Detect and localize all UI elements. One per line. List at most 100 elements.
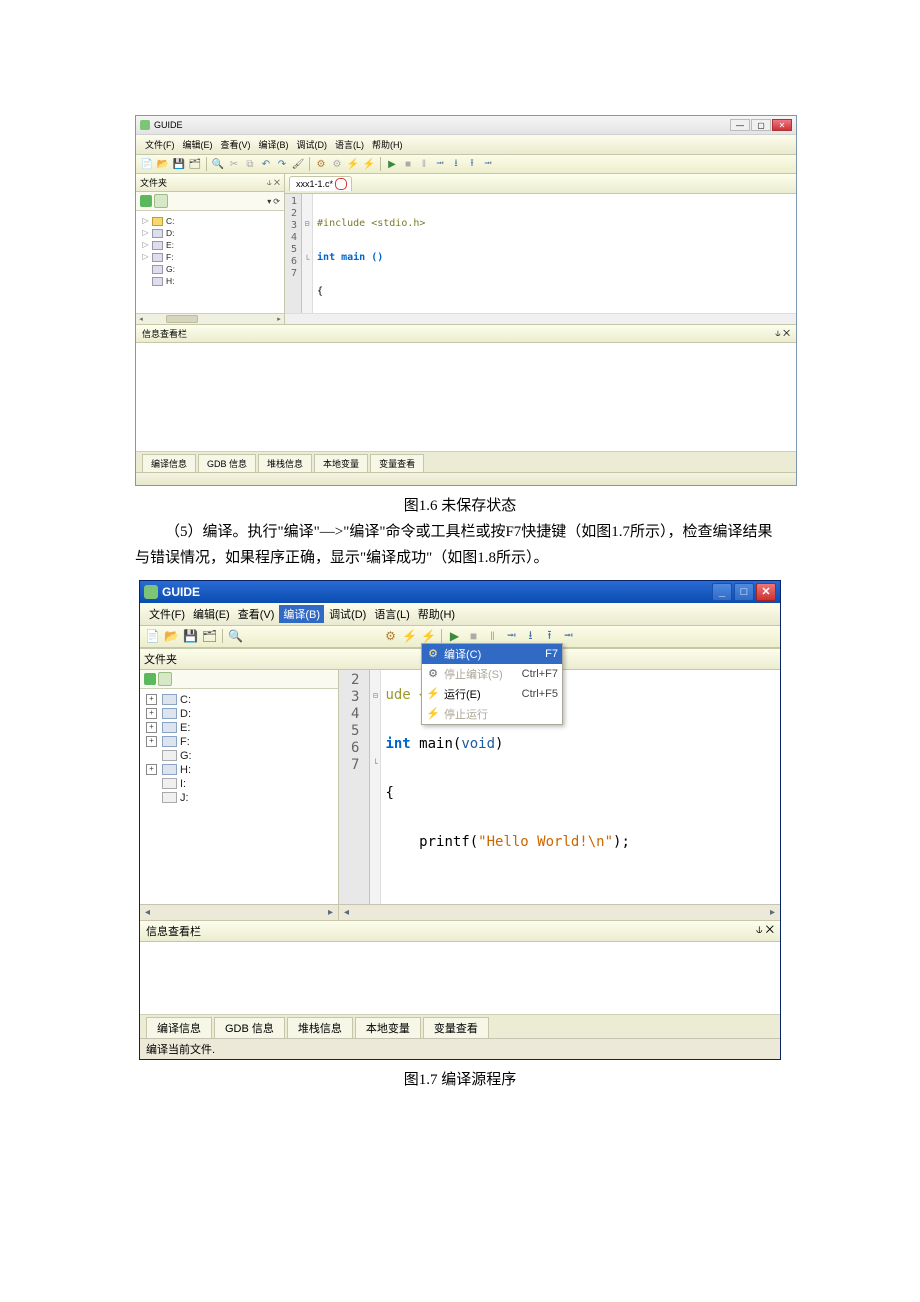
info-pin-close[interactable]: ⫝ ✕ (775, 328, 790, 339)
info-panel-title: 信息查看栏 (146, 923, 201, 939)
editor-scrollbar[interactable] (285, 313, 796, 324)
menu-edit[interactable]: 编辑(E) (180, 137, 216, 152)
go-icon[interactable] (144, 673, 156, 685)
paint-icon[interactable]: 🖌 (291, 157, 305, 171)
minimize-button[interactable]: _ (712, 583, 732, 601)
menu-edit[interactable]: 编辑(E) (190, 605, 233, 623)
tab-compile-info[interactable]: 编译信息 (142, 454, 196, 472)
run-icon[interactable]: ⚡ (401, 628, 418, 645)
step-into-icon[interactable]: ⭳ (449, 157, 463, 171)
menu-help[interactable]: 帮助(H) (415, 605, 458, 623)
build-menu-dropdown[interactable]: ⚙ 编译(C) F7 ⚙ 停止编译(S) Ctrl+F7 ⚡ 运行(E) Ctr… (421, 643, 563, 725)
statusbar: 编译当前文件. (140, 1038, 780, 1059)
bolt-icon: ⚡ (426, 687, 440, 700)
menu-build[interactable]: 编译(B) (256, 137, 292, 152)
window-titlebar[interactable]: GUIDE — ▢ ✕ (136, 116, 796, 135)
screenshot-unsaved-state: GUIDE — ▢ ✕ 文件(F) 编辑(E) 查看(V) 编译(B) 调试(D… (135, 115, 797, 486)
sidebar-title: 文件夹 (144, 651, 177, 667)
maximize-button[interactable]: ▢ (751, 119, 771, 131)
menu-view[interactable]: 查看(V) (235, 605, 278, 623)
editor-scrollbar[interactable]: ◂▸ (339, 904, 780, 920)
copy-icon[interactable]: ⧉ (243, 157, 257, 171)
undo-icon[interactable]: ↶ (259, 157, 273, 171)
menu-bar[interactable]: 文件(F) 编辑(E) 查看(V) 编译(B) 调试(D) 语言(L) 帮助(H… (136, 135, 796, 155)
save-icon[interactable]: 💾 (182, 628, 199, 645)
toolbar: 📄 📂 💾 🗂 🔍 ✂ ⧉ ↶ ↷ 🖌 ⚙ ⚙ ⚡ ⚡ ▶ ■ ‖ ⭲ ⭳ ⭱ … (136, 155, 796, 174)
tab-stack-info[interactable]: 堆栈信息 (287, 1017, 353, 1038)
cut-icon[interactable]: ✂ (227, 157, 241, 171)
screenshot-compile-menu: GUIDE _ □ ✕ 文件(F) 编辑(E) 查看(V) 编译(B) 调试(D… (139, 580, 781, 1060)
info-panel-body (140, 942, 780, 1014)
menu-debug[interactable]: 调试(D) (294, 137, 331, 152)
menu-view[interactable]: 查看(V) (218, 137, 254, 152)
menu-file[interactable]: 文件(F) (142, 137, 178, 152)
new-file-icon[interactable]: 📄 (144, 628, 161, 645)
unsaved-indicator-icon (335, 178, 347, 190)
stop-icon[interactable]: ■ (401, 157, 415, 171)
stop-run-icon[interactable]: ⚡ (362, 157, 376, 171)
pause-icon[interactable]: ‖ (417, 157, 431, 171)
fold-gutter[interactable]: ⊟└ (302, 194, 313, 313)
save-icon[interactable]: 💾 (172, 157, 186, 171)
play-icon[interactable]: ▶ (385, 157, 399, 171)
tab-stack-info[interactable]: 堆栈信息 (258, 454, 312, 472)
close-button[interactable]: ✕ (756, 583, 776, 601)
cloud-icon[interactable] (158, 672, 172, 686)
menu-build[interactable]: 编译(B) (279, 605, 324, 623)
menu-item-run[interactable]: ⚡ 运行(E) Ctrl+F5 (422, 684, 562, 704)
figure-caption-1: 图1.6 未保存状态 (135, 494, 785, 515)
sidebar-scrollbar[interactable]: ◂▸ (136, 313, 284, 324)
save-all-icon[interactable]: 🗂 (201, 628, 218, 645)
run-to-cursor-icon[interactable]: ⭲ (481, 157, 495, 171)
sidebar-pin-close[interactable]: ⫝ ✕ (267, 178, 280, 188)
step-out-icon[interactable]: ⭱ (465, 157, 479, 171)
maximize-button[interactable]: □ (734, 583, 754, 601)
code-area[interactable]: #include <stdio.h> int main () { printf(… (313, 194, 468, 313)
save-all-icon[interactable]: 🗂 (188, 157, 202, 171)
menu-debug[interactable]: 调试(D) (326, 605, 369, 623)
cloud-icon[interactable] (154, 194, 168, 208)
open-folder-icon[interactable]: 📂 (156, 157, 170, 171)
tab-watch-vars[interactable]: 变量查看 (370, 454, 424, 472)
tab-gdb-info[interactable]: GDB 信息 (198, 454, 256, 472)
info-pin-close[interactable]: ⫝ ✕ (756, 924, 774, 937)
editor-tab[interactable]: xxx1-1.c* (289, 176, 352, 191)
step-over-icon[interactable]: ⭲ (433, 157, 447, 171)
tab-local-vars[interactable]: 本地变量 (314, 454, 368, 472)
drive-tree[interactable]: ▷C: ▷D: ▷E: ▷F: G: H: (136, 211, 284, 313)
menu-file[interactable]: 文件(F) (146, 605, 188, 623)
sidebar-scrollbar[interactable]: ◂▸ (140, 904, 338, 920)
menu-item-stop-compile: ⚙ 停止编译(S) Ctrl+F7 (422, 664, 562, 684)
tab-watch-vars[interactable]: 变量查看 (423, 1017, 489, 1038)
close-button[interactable]: ✕ (772, 119, 792, 131)
new-file-icon[interactable]: 📄 (140, 157, 154, 171)
menu-language[interactable]: 语言(L) (371, 605, 412, 623)
info-panel-tabs: 编译信息 GDB 信息 堆栈信息 本地变量 变量查看 (136, 451, 796, 472)
search-icon[interactable]: 🔍 (211, 157, 225, 171)
window-titlebar[interactable]: GUIDE _ □ ✕ (140, 581, 780, 603)
info-panel-body (136, 343, 796, 451)
drive-tree[interactable]: +C: +D: +E: +F: G: +H: I: J: (140, 689, 338, 904)
tab-compile-info[interactable]: 编译信息 (146, 1017, 212, 1038)
menu-bar[interactable]: 文件(F) 编辑(E) 查看(V) 编译(B) 调试(D) 语言(L) 帮助(H… (140, 603, 780, 626)
refresh-icon[interactable]: ⟳ (273, 197, 280, 206)
tab-local-vars[interactable]: 本地变量 (355, 1017, 421, 1038)
stop-compile-icon[interactable]: ⚙ (330, 157, 344, 171)
tab-gdb-info[interactable]: GDB 信息 (214, 1017, 285, 1038)
redo-icon[interactable]: ↷ (275, 157, 289, 171)
compile-icon[interactable]: ⚙ (382, 628, 399, 645)
dropdown-arrow-icon[interactable]: ▾ (267, 197, 271, 206)
open-folder-icon[interactable]: 📂 (163, 628, 180, 645)
go-icon[interactable] (140, 195, 152, 207)
run-icon[interactable]: ⚡ (346, 157, 360, 171)
fold-gutter[interactable]: ⊟└ (370, 670, 381, 904)
menu-help[interactable]: 帮助(H) (369, 137, 406, 152)
info-panel-tabs: 编译信息 GDB 信息 堆栈信息 本地变量 变量查看 (140, 1014, 780, 1038)
minimize-button[interactable]: — (730, 119, 750, 131)
menu-language[interactable]: 语言(L) (332, 137, 367, 152)
compile-icon[interactable]: ⚙ (314, 157, 328, 171)
gear-icon: ⚙ (426, 667, 440, 680)
app-icon (140, 120, 150, 130)
menu-item-compile[interactable]: ⚙ 编译(C) F7 (422, 644, 562, 664)
search-icon[interactable]: 🔍 (227, 628, 244, 645)
